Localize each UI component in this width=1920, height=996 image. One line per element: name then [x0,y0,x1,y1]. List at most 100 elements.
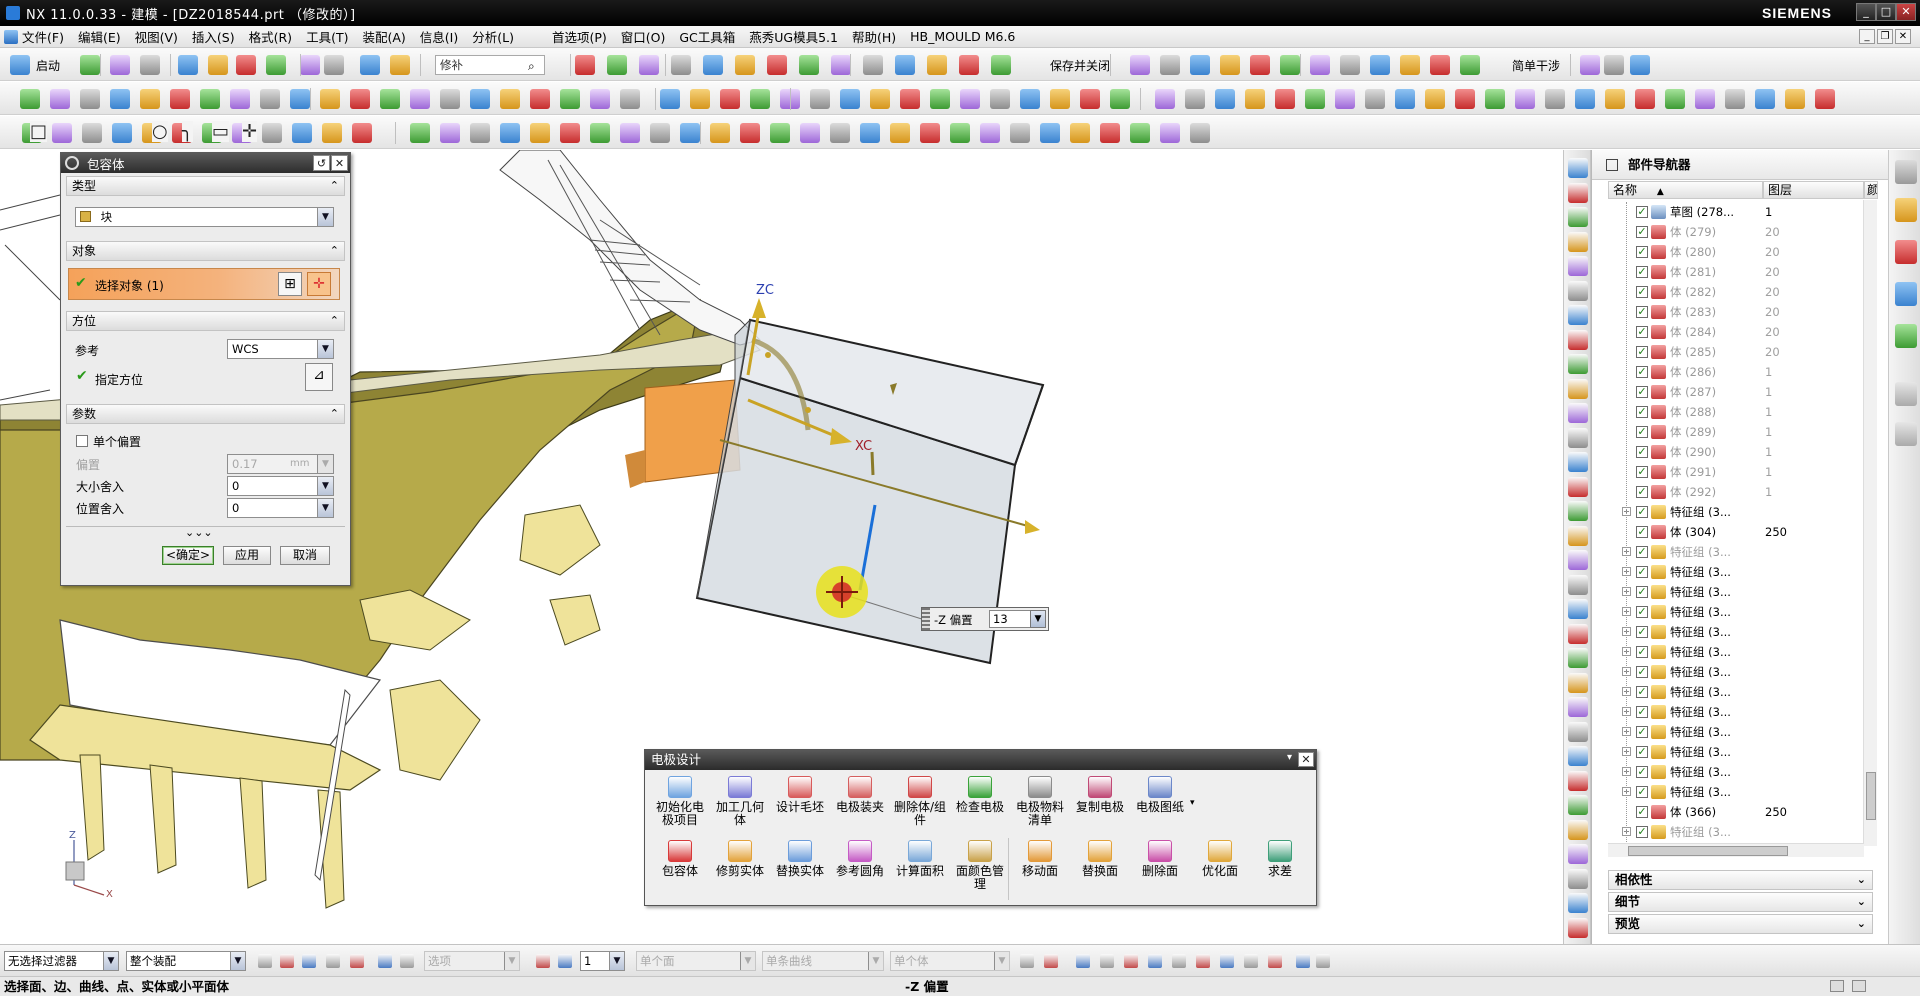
arc-dot[interactable] [805,407,811,413]
menu-item[interactable]: 燕秀UG模具5.1 [749,27,838,46]
toolbar-command-icon[interactable] [292,123,312,143]
toolbar-command-icon[interactable] [324,55,344,75]
toolbar-command-icon[interactable] [1070,123,1090,143]
reference-dropdown[interactable]: WCS ▼ [227,339,334,359]
toolbar-command-icon[interactable] [1100,123,1120,143]
selection-option-icon[interactable] [400,954,414,968]
part-upper-shell[interactable] [499,150,761,346]
work-layer-dropdown[interactable]: 1 ▼ [580,951,625,971]
save-and-close-button[interactable]: 保存并关闭 [1050,57,1110,74]
toolbar-command-icon[interactable] [500,89,520,109]
toolbar-command-icon[interactable] [639,55,659,75]
toolbar-command-icon[interactable] [110,89,130,109]
toolbar-command-icon[interactable] [50,89,70,109]
visibility-checkbox[interactable]: ✓ [1636,246,1648,258]
navigator-tree-row[interactable]: + ✓ 特征组 (3... [1600,602,1863,622]
quick-command-icon[interactable] [1568,182,1588,203]
toolbar-command-icon[interactable] [1485,89,1505,109]
object-section-header[interactable]: 对象 ⌃ [66,241,345,261]
toolbar-command-icon[interactable] [440,123,460,143]
sketch-tool-icon[interactable]: ✛ [242,121,258,142]
type-dropdown[interactable]: 块 ▼ [75,207,334,227]
toolbar-command-icon[interactable] [710,123,730,143]
collapse-icon[interactable]: ⌃ [330,405,339,423]
quick-command-icon[interactable] [1568,305,1588,325]
navigator-tree-row[interactable]: + ✓ 特征组 (3... [1600,582,1863,602]
quick-command-icon[interactable] [1568,378,1588,399]
toolbar-command-icon[interactable] [1190,123,1210,143]
toolbar-command-icon[interactable] [82,123,102,143]
visibility-checkbox[interactable]: ✓ [1636,286,1648,298]
selection-option-icon[interactable] [1268,954,1282,968]
selection-option-icon[interactable] [258,954,272,968]
quick-command-icon[interactable] [1568,770,1588,791]
part-rib-2[interactable] [149,764,177,874]
navigator-tree-row[interactable]: + ✓ 特征组 (3... [1600,562,1863,582]
palette-button[interactable]: 电极物料清单 [1011,776,1069,827]
menu-item[interactable]: GC工具箱 [679,27,735,46]
dependencies-panel-header[interactable]: 相依性 ⌄ [1608,870,1873,890]
toolbar-command-icon[interactable] [720,89,740,109]
toolbar-command-icon[interactable] [810,89,830,109]
toolbar-command-icon[interactable] [1665,89,1685,109]
quick-command-icon[interactable] [1568,697,1588,717]
toolbar-command-icon[interactable] [360,55,380,75]
menu-item[interactable]: 窗口(O) [621,27,666,46]
navigator-horizontal-scrollbar[interactable] [1608,843,1864,857]
visibility-checkbox[interactable]: ✓ [1636,586,1648,598]
visibility-checkbox[interactable]: ✓ [1636,346,1648,358]
child-minimize-button[interactable]: _ [1859,29,1875,44]
toolbar-command-icon[interactable] [1185,89,1205,109]
visibility-checkbox[interactable]: ✓ [1636,626,1648,638]
menu-item[interactable]: 视图(V) [135,27,178,46]
single-offset-checkbox[interactable] [76,435,88,447]
cancel-button[interactable]: 取消 [280,546,330,565]
start-menu-label[interactable]: 启动 [36,57,60,74]
dialog-close-button[interactable]: ✕ [331,155,348,171]
navigator-tree-row[interactable]: ✓ 体 (283) 20 [1600,302,1863,322]
menu-item[interactable]: 格式(R) [249,27,292,46]
visibility-checkbox[interactable]: ✓ [1636,546,1648,558]
toolbar-command-icon[interactable] [1515,89,1535,109]
visibility-checkbox[interactable]: ✓ [1636,566,1648,578]
status-view-icon[interactable] [1830,980,1844,992]
toolbar-command-icon[interactable] [1110,89,1130,109]
toolbar-command-icon[interactable] [831,55,851,75]
orientation-section-header[interactable]: 方位 ⌃ [66,311,345,331]
selection-option-icon[interactable] [302,954,316,968]
chevron-down-icon[interactable]: ⌄ [1857,893,1866,911]
toolbar-command-icon[interactable] [750,89,770,109]
navigator-tree-row[interactable]: ✓ 体 (286) 1 [1600,362,1863,382]
system-materials-tab[interactable] [1895,422,1917,446]
toolbar-command-icon[interactable] [500,123,520,143]
toolbar-command-icon[interactable] [1395,89,1415,109]
palette-button[interactable]: 优化面 [1191,840,1249,878]
toolbar-command-icon[interactable] [112,123,132,143]
navigator-tree-row[interactable]: ✓ 体 (291) 1 [1600,462,1863,482]
crosshair-select-icon[interactable]: ✛ [307,272,331,296]
selection-option-icon[interactable] [1044,954,1058,968]
assembly-navigator-tab[interactable] [1895,198,1917,222]
sketch-tool-icon[interactable]: ╮ [182,121,193,142]
offset-field[interactable]: 0.17 mm ▼ [227,454,334,474]
quick-command-icon[interactable] [1568,158,1588,178]
toolbar-command-icon[interactable] [1400,55,1420,75]
toolbar-command-icon[interactable] [80,89,100,109]
toolbar-command-icon[interactable] [530,89,550,109]
toolbar-command-icon[interactable] [1455,89,1475,109]
more-options-chevron-icon[interactable]: ⌄⌄⌄ [185,526,213,539]
palette-button[interactable]: 替换实体 [771,840,829,878]
visibility-checkbox[interactable]: ✓ [1636,266,1648,278]
toolbar-command-icon[interactable] [671,55,691,75]
toolbar-command-icon[interactable] [900,89,920,109]
toolbar-command-icon[interactable] [770,123,790,143]
toolbar-command-icon[interactable] [410,123,430,143]
selection-scope-dropdown[interactable]: 整个装配 ▼ [126,951,246,971]
toolbar-command-icon[interactable] [1310,55,1330,75]
chevron-down-icon[interactable]: ▼ [317,477,333,495]
part-tab-1[interactable] [359,589,471,651]
navigator-tree-row[interactable]: ✓ 体 (282) 20 [1600,282,1863,302]
visibility-checkbox[interactable]: ✓ [1636,666,1648,678]
visibility-checkbox[interactable]: ✓ [1636,466,1648,478]
toolbar-command-icon[interactable] [650,123,670,143]
